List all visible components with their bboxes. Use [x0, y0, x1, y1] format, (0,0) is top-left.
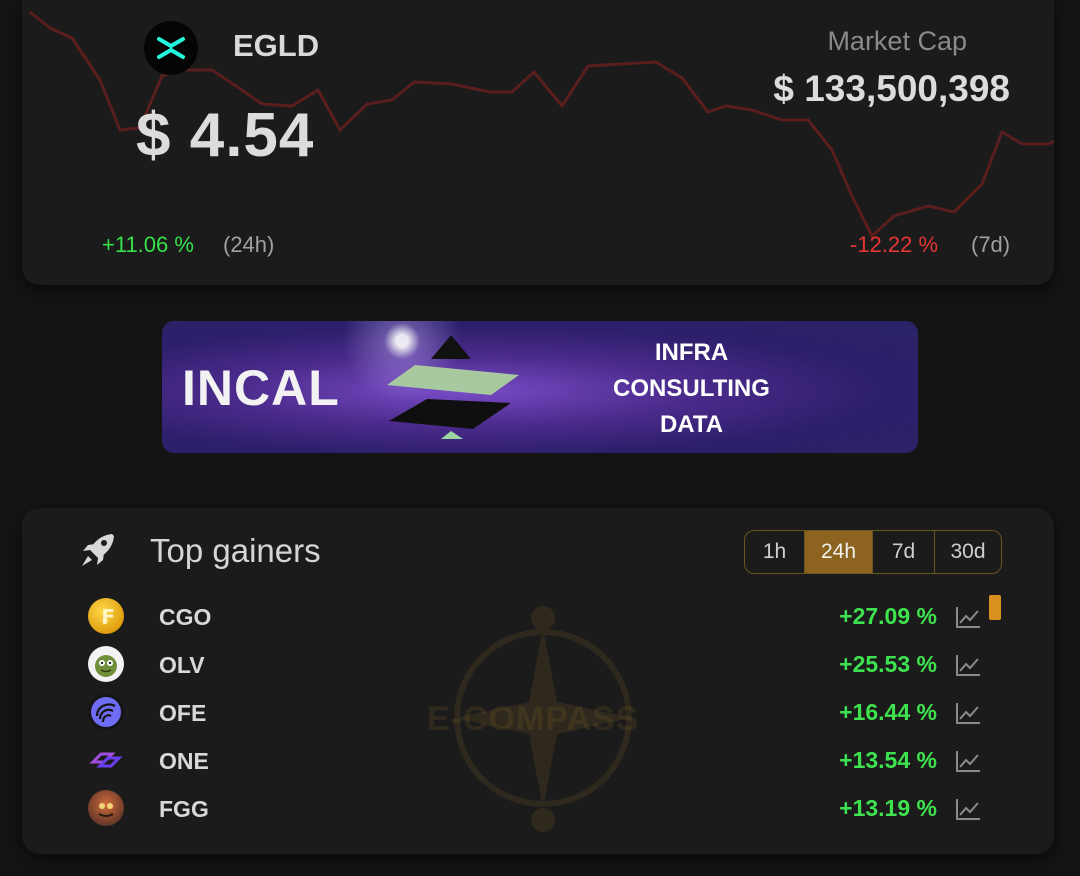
top-gainers-card: E-COMPASS Top gainers 1h 24h 7d 30d ₣ CG… — [22, 508, 1054, 854]
tab-30d[interactable]: 30d — [935, 531, 1001, 573]
chart-icon[interactable] — [955, 653, 981, 677]
gainer-row[interactable]: ₣ CGO +27.09 % — [22, 592, 1054, 640]
gainer-change: +13.54 % — [839, 747, 937, 773]
period-24h-label: (24h) — [223, 232, 275, 257]
period-tabs: 1h 24h 7d 30d — [744, 530, 1002, 574]
period-7d-label: (7d) — [971, 232, 1011, 257]
gainer-row[interactable]: ONE +13.54 % — [22, 736, 1054, 784]
gainer-change: +25.53 % — [839, 651, 937, 677]
gainer-change: +13.19 % — [839, 795, 937, 821]
ofe-coin-icon — [88, 694, 124, 730]
gainer-symbol: FGG — [159, 796, 209, 822]
gainer-change: +16.44 % — [839, 699, 937, 725]
gainer-row[interactable]: FGG +13.19 % — [22, 784, 1054, 832]
banner-line: DATA — [659, 411, 724, 438]
market-cap-value: $ 133,500,398 — [773, 68, 1010, 109]
gainer-symbol: ONE — [159, 748, 209, 774]
change-7d: -12.22 % — [850, 232, 939, 257]
one-coin-icon — [88, 742, 124, 778]
tab-24h[interactable]: 24h — [805, 531, 873, 573]
banner-line: INFRA — [654, 339, 729, 366]
gainer-change: +27.09 % — [839, 603, 937, 629]
chart-icon[interactable] — [955, 797, 981, 821]
pyramid-logo-icon — [387, 335, 519, 439]
egld-logo-icon — [144, 21, 198, 75]
gainer-row[interactable]: OLV +25.53 % — [22, 640, 1054, 688]
olv-coin-icon — [88, 646, 124, 682]
chart-icon[interactable] — [955, 749, 981, 773]
section-title: Top gainers — [150, 532, 321, 569]
tab-1h[interactable]: 1h — [745, 531, 805, 573]
chart-icon[interactable] — [955, 701, 981, 725]
token-name: EGLD — [233, 28, 320, 63]
rocket-icon — [82, 534, 114, 566]
incal-banner-ad[interactable]: INCAL INFRA CONSULTING DATA — [162, 321, 918, 453]
gainer-row[interactable]: OFE +16.44 % — [22, 688, 1054, 736]
banner-tagline: INFRA CONSULTING DATA — [609, 335, 774, 443]
tab-7d[interactable]: 7d — [873, 531, 935, 573]
chart-icon[interactable] — [955, 605, 981, 629]
market-cap-label: Market Cap — [827, 26, 967, 56]
gainer-symbol: CGO — [159, 604, 212, 630]
gainer-symbol: OLV — [159, 652, 205, 678]
banner-title: INCAL — [182, 360, 340, 416]
svg-text:₣: ₣ — [100, 605, 114, 629]
cgo-coin-icon: ₣ — [88, 598, 124, 634]
fgg-coin-icon — [88, 790, 124, 826]
token-price: $ 4.54 — [136, 101, 315, 170]
banner-line: CONSULTING — [613, 375, 770, 402]
change-24h: +11.06 % — [102, 232, 194, 257]
gainer-symbol: OFE — [159, 700, 207, 726]
token-price-card[interactable]: EGLD $ 4.54 Market Cap $ 133,500,398 +11… — [22, 0, 1054, 285]
